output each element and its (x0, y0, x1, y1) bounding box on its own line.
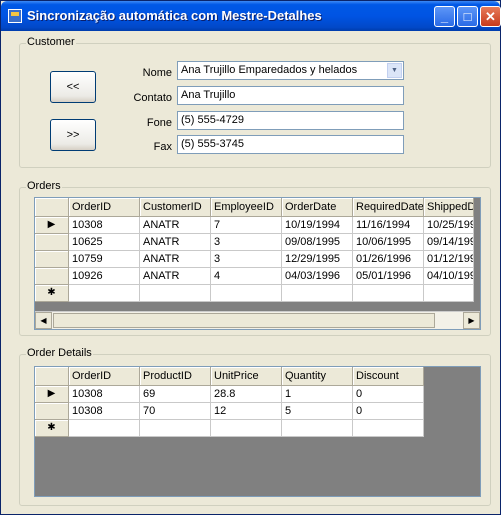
previous-customer-button[interactable]: << (50, 71, 96, 103)
table-cell[interactable] (140, 420, 211, 437)
table-cell[interactable]: ANATR (140, 251, 211, 268)
row-header[interactable] (35, 268, 69, 285)
fax-label: Fax (153, 141, 172, 153)
maximize-button[interactable]: □ (457, 6, 478, 27)
minimize-button[interactable]: _ (434, 6, 455, 27)
column-header[interactable]: Discount (353, 367, 424, 386)
scroll-right-icon[interactable]: ▶ (463, 312, 480, 329)
fax-field[interactable]: (5) 555-3745 (177, 135, 404, 154)
table-cell[interactable]: 10926 (69, 268, 140, 285)
table-cell[interactable] (353, 285, 424, 302)
next-customer-button[interactable]: >> (50, 119, 96, 151)
nome-label: Nome (142, 67, 172, 79)
table-cell[interactable]: 11/16/1994 (353, 217, 424, 234)
table-cell[interactable]: 01/26/1996 (353, 251, 424, 268)
table-cell[interactable]: 10625 (69, 234, 140, 251)
column-header[interactable]: OrderDate (282, 198, 353, 217)
table-cell[interactable]: 70 (140, 403, 211, 420)
order-details-group-label: Order Details (26, 347, 93, 359)
new-row-asterisk-icon[interactable]: ✱ (35, 420, 69, 437)
table-cell[interactable] (69, 285, 140, 302)
table-cell[interactable]: 3 (211, 234, 282, 251)
table-cell[interactable]: 1 (282, 386, 353, 403)
fone-label: Fone (146, 117, 172, 129)
table-cell[interactable]: 12/29/1995 (282, 251, 353, 268)
table-cell[interactable] (211, 285, 282, 302)
orders-horizontal-scrollbar[interactable]: ◀ ▶ (35, 311, 480, 329)
orders-grid[interactable]: OrderID CustomerID EmployeeID OrderDate Requ… (34, 197, 481, 330)
table-cell[interactable] (140, 285, 211, 302)
scroll-left-icon[interactable]: ◀ (35, 312, 52, 329)
row-header[interactable] (35, 234, 69, 251)
close-button[interactable]: ✕ (480, 6, 501, 27)
column-header[interactable]: CustomerID (140, 198, 211, 217)
column-header[interactable]: ProductID (140, 367, 211, 386)
contato-label: Contato (133, 92, 172, 104)
table-cell[interactable]: 09/14/1995 (424, 234, 474, 251)
app-icon[interactable] (8, 9, 22, 23)
column-header[interactable]: Quantity (282, 367, 353, 386)
table-cell[interactable]: 0 (353, 386, 424, 403)
table-cell[interactable]: 7 (211, 217, 282, 234)
table-cell[interactable]: 0 (353, 403, 424, 420)
orders-group-label: Orders (26, 180, 62, 192)
table-cell[interactable]: 01/12/1996 (424, 251, 474, 268)
grid-corner-header[interactable] (35, 367, 69, 386)
customer-group-label: Customer (26, 36, 76, 48)
main-window: Sincronização automática com Mestre-Deta… (0, 0, 501, 515)
customer-group: Customer << >> Nome Ana Trujillo Empared… (19, 36, 491, 168)
table-cell[interactable]: 09/08/1995 (282, 234, 353, 251)
table-cell[interactable] (282, 420, 353, 437)
table-cell[interactable]: 04/03/1996 (282, 268, 353, 285)
orders-group: Orders OrderID CustomerID EmployeeID OrderD… (19, 180, 491, 336)
table-cell[interactable] (69, 420, 140, 437)
column-header[interactable]: ShippedDa (424, 198, 474, 217)
column-header[interactable]: OrderID (69, 198, 140, 217)
table-cell[interactable]: ANATR (140, 234, 211, 251)
table-cell[interactable]: 04/10/1996 (424, 268, 474, 285)
column-header[interactable]: OrderID (69, 367, 140, 386)
contato-field[interactable]: Ana Trujillo (177, 86, 404, 105)
table-cell[interactable]: 12 (211, 403, 282, 420)
title-bar[interactable]: Sincronização automática com Mestre-Deta… (1, 1, 501, 31)
table-cell[interactable] (211, 420, 282, 437)
window-title: Sincronização automática com Mestre-Deta… (27, 8, 322, 23)
table-cell[interactable]: 10759 (69, 251, 140, 268)
current-row-indicator-icon[interactable]: ▶ (35, 386, 69, 403)
column-header[interactable]: RequiredDate (353, 198, 424, 217)
chevron-down-icon[interactable]: ▼ (387, 63, 402, 78)
grid-corner-header[interactable] (35, 198, 69, 217)
table-cell[interactable]: 10308 (69, 403, 140, 420)
column-header[interactable]: UnitPrice (211, 367, 282, 386)
table-cell[interactable] (353, 420, 424, 437)
table-cell[interactable]: 10/25/1994 (424, 217, 474, 234)
new-row-asterisk-icon[interactable]: ✱ (35, 285, 69, 302)
order-details-group: Order Details OrderID ProductID UnitPrice Q… (19, 347, 491, 506)
order-details-grid[interactable]: OrderID ProductID UnitPrice Quantity Discoun… (34, 366, 481, 497)
nome-value: Ana Trujillo Emparedados y helados (181, 64, 358, 76)
table-cell[interactable]: ANATR (140, 217, 211, 234)
current-row-indicator-icon[interactable]: ▶ (35, 217, 69, 234)
table-cell[interactable]: 69 (140, 386, 211, 403)
column-header[interactable]: EmployeeID (211, 198, 282, 217)
fone-field[interactable]: (5) 555-4729 (177, 111, 404, 130)
table-cell[interactable]: 05/01/1996 (353, 268, 424, 285)
table-cell[interactable]: 5 (282, 403, 353, 420)
table-cell[interactable] (282, 285, 353, 302)
table-cell[interactable]: 3 (211, 251, 282, 268)
table-cell[interactable]: 28.8 (211, 386, 282, 403)
nome-combobox[interactable]: Ana Trujillo Emparedados y helados ▼ (177, 61, 404, 80)
scrollbar-thumb[interactable] (53, 313, 435, 328)
row-header[interactable] (35, 251, 69, 268)
table-cell[interactable]: 4 (211, 268, 282, 285)
table-cell[interactable]: 10308 (69, 386, 140, 403)
table-cell[interactable]: ANATR (140, 268, 211, 285)
table-cell[interactable]: 10/06/1995 (353, 234, 424, 251)
table-cell[interactable]: 10/19/1994 (282, 217, 353, 234)
table-cell[interactable] (424, 285, 474, 302)
row-header[interactable] (35, 403, 69, 420)
table-cell[interactable]: 10308 (69, 217, 140, 234)
